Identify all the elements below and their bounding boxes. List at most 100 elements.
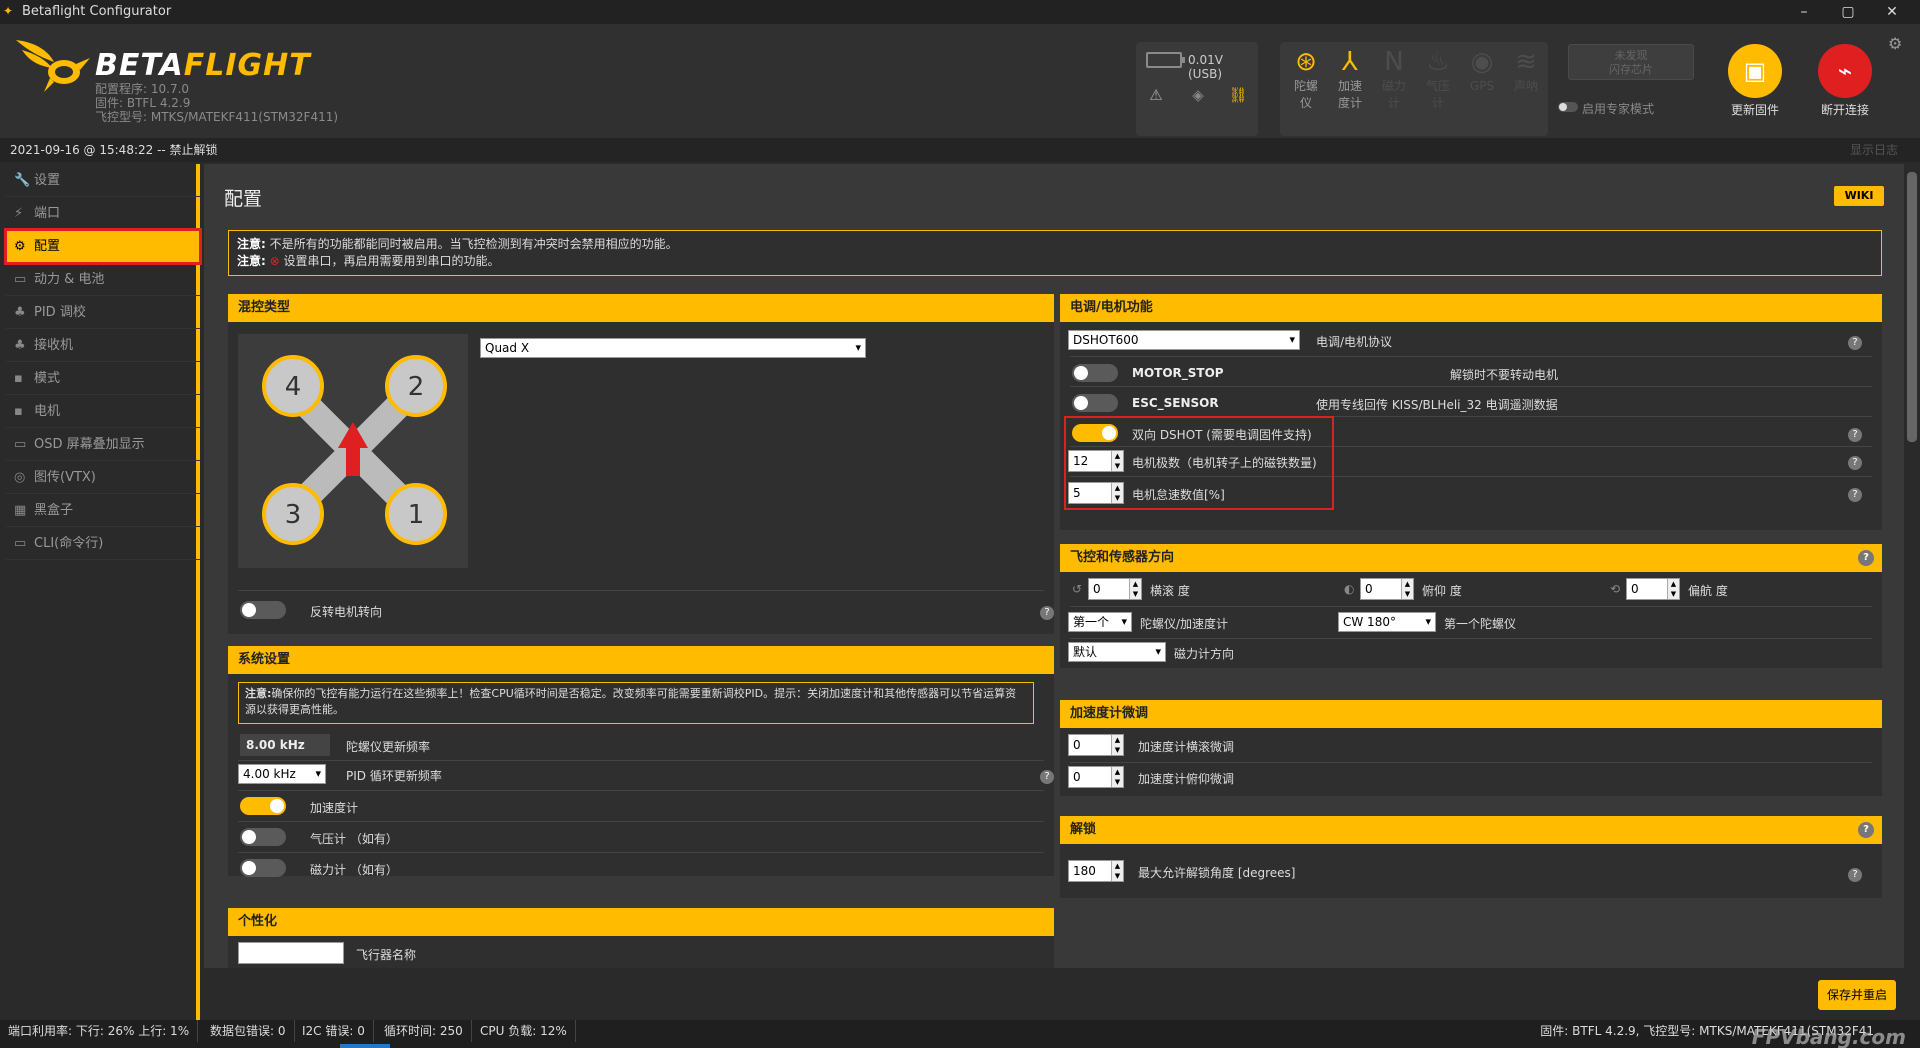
panel-title: 个性化 (238, 914, 278, 929)
gear-icon[interactable]: ⚙ (1888, 34, 1902, 53)
status-bar: 端口利用率: 下行: 26% 上行: 1% 数据包错误: 0 I2C 错误: 0… (0, 1020, 1920, 1048)
barometer-switch[interactable] (240, 828, 286, 846)
header: BETAFLIGHT 配置程序: 10.7.0 固件: BTFL 4.2.9 飞… (0, 24, 1920, 138)
spinner-icon[interactable]: ▲ ▼ (1111, 767, 1123, 787)
yaw-icon: ⟲ (1610, 582, 1621, 596)
sidebar-item-vtx[interactable]: ◎ 图传(VTX) (6, 461, 200, 494)
save-reboot-button[interactable]: 保存并重启 (1818, 980, 1896, 1010)
pid-freq-select[interactable]: 4.00 kHz (238, 764, 326, 784)
help-icon[interactable]: ? (1848, 336, 1862, 350)
expert-mode-toggle[interactable]: 启用专家模式 (1558, 100, 1654, 117)
sidebar-item-modes[interactable]: ▪ 模式 (6, 362, 200, 395)
help-icon[interactable]: ? (1848, 428, 1862, 442)
sensor-label: 磁力计 (1381, 79, 1406, 110)
arm-angle-input[interactable]: 180 ▲ ▼ (1068, 860, 1124, 882)
battery-icon (1146, 52, 1185, 68)
esc-panel: 电调/电机功能 DSHOT600 电调/电机协议 ? MOTOR_STOP 解锁… (1060, 294, 1882, 530)
main-scrollbar[interactable] (1904, 164, 1920, 968)
sidebar-item-label: 接收机 (34, 338, 74, 353)
spinner-icon[interactable]: ▲ ▼ (1401, 579, 1413, 599)
i2c-errors: I2C 错误: 0 (294, 1020, 374, 1042)
accel-trim-panel: 加速度计微调 0 ▲ ▼ 加速度计横滚微调 0 ▲ ▼ 加速度计俯仰微调 (1060, 700, 1882, 796)
craft-name-input[interactable] (238, 942, 344, 964)
divider (238, 790, 1044, 791)
motor-label: 3 (285, 500, 302, 530)
gyro-align-select[interactable]: CW 180° (1338, 612, 1436, 632)
maximize-button[interactable]: ▢ (1828, 2, 1868, 22)
board-target: 飞控型号: MTKS/MATEKF411(STM32F411) (95, 110, 339, 124)
reverse-motor-switch[interactable] (240, 601, 286, 619)
sidebar-item-label: OSD 屏幕叠加显示 (34, 437, 145, 452)
sidebar-item-receiver[interactable]: ♣ 接收机 (6, 329, 200, 362)
yaw-input[interactable]: 0 ▲ ▼ (1626, 578, 1680, 600)
firmware-version: 固件: BTFL 4.2.9 (95, 96, 191, 110)
link-icon: ⛓ (1228, 86, 1248, 104)
motor-stop-switch[interactable] (1072, 364, 1118, 382)
sidebar: 🔧 设置 ⚡ 端口 ⚙ 配置 ▭ 动力 & 电池 ♣ PID 调校 ♣ 接收机 ▪ 模式 ▪ 电… (0, 164, 202, 1020)
arming-panel-header: 解锁? (1060, 816, 1882, 844)
terminal-icon: ▭ (14, 536, 27, 551)
help-icon[interactable]: ? (1858, 822, 1874, 838)
note-line-2: 设置串口，再启用需要用到串口的功能。 (283, 254, 500, 268)
sonar-icon: ≋ (1515, 47, 1537, 77)
sidebar-item-cli[interactable]: ▭ CLI(命令行) (6, 527, 200, 560)
gyro-select[interactable]: 第一个 (1068, 612, 1132, 632)
sidebar-item-label: 电机 (34, 404, 61, 419)
gps-icon: ◉ (1470, 47, 1494, 77)
accel-trim-panel-header: 加速度计微调 (1060, 700, 1882, 728)
panel-title: 飞控和传感器方向 (1070, 550, 1175, 565)
barometer-label: 气压计 （如有） (310, 832, 398, 846)
flash-line-2: 闪存芯片 (1609, 63, 1653, 76)
accel-roll-value: 0 (1073, 738, 1081, 752)
roll-input[interactable]: 0 ▲ ▼ (1088, 578, 1142, 600)
mag-align-select[interactable]: 默认 (1068, 642, 1166, 662)
mixer-type-select[interactable]: Quad X (480, 338, 866, 358)
brand-name: BETAFLIGHT (95, 48, 311, 83)
mixer-panel: 混控类型 4 2 3 1 Quad X 反转电机转向 ? (228, 294, 1054, 634)
help-icon[interactable]: ? (1040, 770, 1054, 784)
sidebar-item-osd[interactable]: ▭ OSD 屏幕叠加显示 (6, 428, 200, 461)
sidebar-item-pid[interactable]: ♣ PID 调校 (6, 296, 200, 329)
esc-protocol-select[interactable]: DSHOT600 (1068, 330, 1300, 350)
wiki-button[interactable]: WIKI (1834, 186, 1884, 206)
update-firmware-button[interactable]: ▣ (1728, 44, 1782, 98)
help-icon[interactable]: ? (1848, 868, 1862, 882)
help-icon[interactable]: ? (1848, 456, 1862, 470)
divider (1070, 638, 1872, 639)
note-bold: 注意: (237, 237, 266, 251)
pitch-input[interactable]: 0 ▲ ▼ (1360, 578, 1414, 600)
accel-pitch-trim-input[interactable]: 0 ▲ ▼ (1068, 766, 1124, 788)
magnetometer-switch[interactable] (240, 859, 286, 877)
sidebar-item-setup[interactable]: 🔧 设置 (6, 164, 200, 197)
sidebar-item-ports[interactable]: ⚡ 端口 (6, 197, 200, 230)
panel-title: 加速度计微调 (1070, 706, 1149, 721)
sensor-gps: ◉ GPS (1460, 42, 1504, 136)
scrollbar-thumb[interactable] (1907, 172, 1917, 442)
spinner-icon[interactable]: ▲ ▼ (1129, 579, 1141, 599)
sidebar-item-configuration[interactable]: ⚙ 配置 (4, 228, 202, 265)
disconnect-button[interactable]: ⌁ (1818, 44, 1872, 98)
usb-icon: ⌁ (1837, 57, 1853, 85)
sidebar-item-power[interactable]: ▭ 动力 & 电池 (6, 263, 200, 296)
sidebar-item-motors[interactable]: ▪ 电机 (6, 395, 200, 428)
minimize-button[interactable]: – (1784, 2, 1824, 22)
spinner-icon[interactable]: ▲ ▼ (1111, 735, 1123, 755)
sidebar-item-blackbox[interactable]: ▦ 黑盒子 (6, 494, 200, 527)
accelerometer-switch[interactable] (240, 797, 286, 815)
help-icon[interactable]: ? (1848, 488, 1862, 502)
magnetometer-label: 磁力计 （如有） (310, 863, 398, 877)
app-icon: ✦ (3, 4, 14, 18)
spinner-icon[interactable]: ▲ ▼ (1667, 579, 1679, 599)
spinner-icon[interactable]: ▲ ▼ (1111, 861, 1123, 881)
esc-sensor-switch[interactable] (1072, 394, 1118, 412)
failsafe-icon: ◈ (1192, 86, 1204, 104)
accel-roll-trim-input[interactable]: 0 ▲ ▼ (1068, 734, 1124, 756)
expert-mode-switch[interactable] (1558, 102, 1578, 112)
mixer-panel-header: 混控类型 (228, 294, 1054, 322)
roll-icon: ↺ (1072, 582, 1083, 596)
battery-panel: 0.01V (USB) ⚠ ◈ ⛓ (1136, 42, 1258, 136)
close-button[interactable]: ✕ (1872, 2, 1912, 22)
help-icon[interactable]: ? (1040, 606, 1054, 620)
show-log-link[interactable]: 显示日志 (1850, 138, 1898, 162)
help-icon[interactable]: ? (1858, 550, 1874, 566)
